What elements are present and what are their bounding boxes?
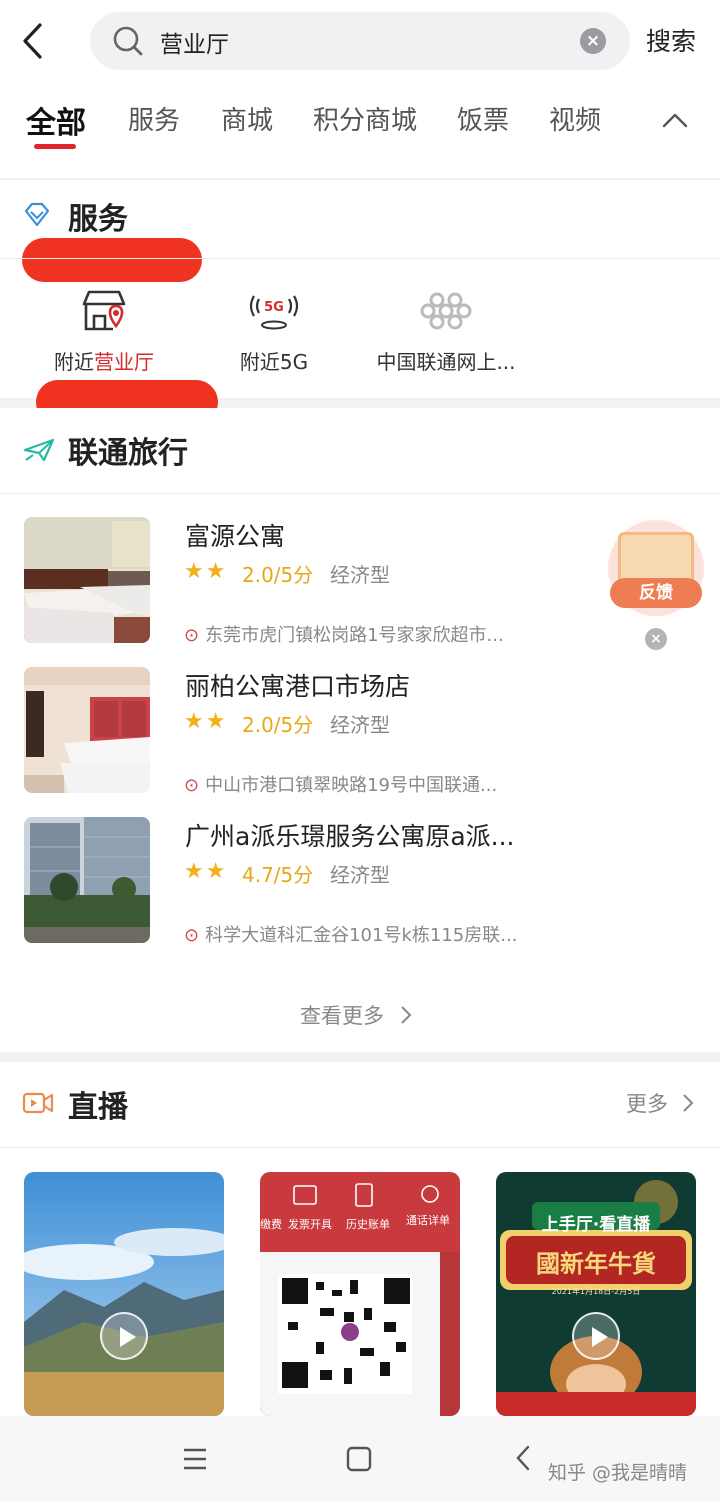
back-nav-icon[interactable] bbox=[514, 1444, 532, 1472]
watermark: 知乎 @我是晴晴 bbox=[548, 1462, 688, 1484]
home-icon[interactable] bbox=[346, 1446, 372, 1472]
active-tab-indicator bbox=[34, 144, 76, 149]
feedback-label: 反馈 bbox=[610, 578, 702, 608]
service-label-prefix: 附近 bbox=[54, 350, 94, 374]
feedback-button[interactable]: 反馈 bbox=[608, 520, 704, 616]
star-rating: ★★ bbox=[184, 859, 228, 884]
service-unicom-online[interactable]: 中国联通网上... bbox=[366, 288, 526, 375]
location-pin-icon: ⊙ bbox=[184, 625, 200, 646]
live-video-thumb[interactable] bbox=[24, 1172, 224, 1416]
search-query: 营业厅 bbox=[160, 32, 229, 58]
service-label: 附近5G bbox=[239, 350, 309, 374]
live-video-thumb[interactable]: 上手厅·看直播 國新年牛貨 2021年1月18日-2月5日 bbox=[496, 1172, 696, 1416]
thumb-banner: 上手厅·看直播 bbox=[541, 1215, 651, 1235]
tab-service[interactable]: 服务 bbox=[128, 100, 180, 137]
hotel-type: 经济型 bbox=[330, 563, 390, 587]
chevron-right-icon bbox=[400, 1006, 412, 1024]
menu-icon[interactable] bbox=[182, 1446, 208, 1472]
hotel-name: 富源公寓 bbox=[185, 522, 286, 551]
hotel-type: 经济型 bbox=[330, 863, 390, 887]
tab-mall[interactable]: 商城 bbox=[221, 100, 273, 137]
category-tabs: 全部 服务 商城 积分商城 饭票 视频 bbox=[0, 82, 720, 178]
thumb-label: 通话详单 bbox=[406, 1214, 450, 1227]
chevron-right-icon bbox=[682, 1094, 694, 1112]
airplane-icon bbox=[23, 438, 55, 462]
view-more-label: 查看更多 bbox=[300, 1004, 384, 1028]
divider bbox=[0, 1147, 720, 1148]
location-pin-icon: ⊙ bbox=[184, 775, 200, 796]
hotel-score: 4.7/5分 bbox=[242, 863, 314, 887]
service-nearby-store[interactable]: 附近营业厅 bbox=[44, 288, 164, 375]
star-rating: ★★ bbox=[184, 559, 228, 584]
hotel-type: 经济型 bbox=[330, 713, 390, 737]
tab-meal-ticket[interactable]: 饭票 bbox=[457, 100, 509, 137]
5g-icon-text: 5G bbox=[264, 300, 284, 315]
divider bbox=[0, 258, 720, 259]
chevron-up-icon[interactable] bbox=[660, 110, 690, 130]
store-location-icon bbox=[82, 290, 126, 331]
hotel-item[interactable]: 广州a派乐璟服务公寓原a派... ★★ 4.7/5分 经济型 ⊙ 科学大道科汇金谷… bbox=[0, 817, 720, 965]
location-pin-icon: ⊙ bbox=[184, 925, 200, 946]
close-icon[interactable]: × bbox=[645, 628, 667, 650]
travel-card: 联通旅行 富源公寓 ★★ 2.0/5分 经济型 ⊙ 东莞市虎门镇松岗路1号家家欣超… bbox=[0, 408, 720, 1052]
search-icon bbox=[113, 26, 143, 56]
hotel-item[interactable]: 丽柏公寓港口市场店 ★★ 2.0/5分 经济型 ⊙ 中山市港口镇翠映路19号中国联… bbox=[0, 667, 720, 815]
tab-points-mall[interactable]: 积分商城 bbox=[313, 100, 417, 137]
live-title: 直播 bbox=[68, 1090, 128, 1125]
hotel-photo bbox=[24, 667, 150, 793]
search-button[interactable]: 搜索 bbox=[646, 22, 696, 58]
divider bbox=[0, 493, 720, 494]
tab-video[interactable]: 视频 bbox=[549, 100, 601, 137]
thumb-label: 缴费 bbox=[260, 1218, 282, 1231]
thumb-date: 2021年1月18日-2月5日 bbox=[551, 1287, 641, 1296]
back-icon[interactable] bbox=[18, 22, 48, 60]
play-icon bbox=[100, 1312, 148, 1360]
hotel-score: 2.0/5分 bbox=[242, 713, 314, 737]
live-more-link[interactable]: 更多 bbox=[626, 1088, 695, 1118]
hotel-name: 广州a派乐璟服务公寓原a派... bbox=[185, 822, 515, 851]
hotel-photo bbox=[24, 517, 150, 643]
star-rating: ★★ bbox=[184, 709, 228, 734]
thumb-label: 发票开具 bbox=[288, 1218, 332, 1231]
feedback-doc-icon bbox=[618, 532, 694, 584]
top-bar: 营业厅 × 搜索 bbox=[0, 0, 720, 82]
hotel-score: 2.0/5分 bbox=[242, 563, 314, 587]
service-card: 服务 附近营业厅 5G 附近5G 中国联通网上... bbox=[0, 180, 720, 424]
hotel-address: 中山市港口镇翠映路19号中国联通... bbox=[205, 775, 498, 796]
hotel-photo bbox=[24, 817, 150, 943]
video-camera-icon bbox=[22, 1092, 54, 1114]
china-unicom-logo-icon bbox=[420, 292, 472, 330]
thumb-label: 历史账单 bbox=[346, 1218, 390, 1231]
5g-signal-icon: 5G bbox=[249, 295, 299, 330]
thumb-title: 國新年牛貨 bbox=[536, 1250, 656, 1278]
service-label: 中国联通网上... bbox=[376, 350, 516, 374]
clear-icon[interactable]: × bbox=[580, 28, 606, 54]
service-title: 服务 bbox=[68, 202, 128, 237]
live-video-thumb[interactable]: 缴费 发票开具 历史账单 通话详单 bbox=[260, 1172, 460, 1416]
service-nearby-5g[interactable]: 5G 附近5G bbox=[216, 288, 332, 375]
service-label-highlight: 营业厅 bbox=[94, 350, 154, 374]
search-input[interactable]: 营业厅 × bbox=[90, 12, 630, 70]
diamond-icon bbox=[24, 202, 50, 227]
redaction-mark bbox=[22, 238, 202, 282]
hotel-address: 科学大道科汇金谷101号k栋115房联... bbox=[205, 925, 518, 946]
hotel-name: 丽柏公寓港口市场店 bbox=[185, 672, 411, 701]
play-icon bbox=[572, 1312, 620, 1360]
view-more-link[interactable]: 查看更多 bbox=[300, 1000, 413, 1030]
live-more-label: 更多 bbox=[626, 1092, 668, 1116]
hotel-address: 东莞市虎门镇松岗路1号家家欣超市... bbox=[205, 625, 504, 646]
tab-all[interactable]: 全部 bbox=[26, 98, 86, 142]
travel-title: 联通旅行 bbox=[68, 436, 188, 471]
